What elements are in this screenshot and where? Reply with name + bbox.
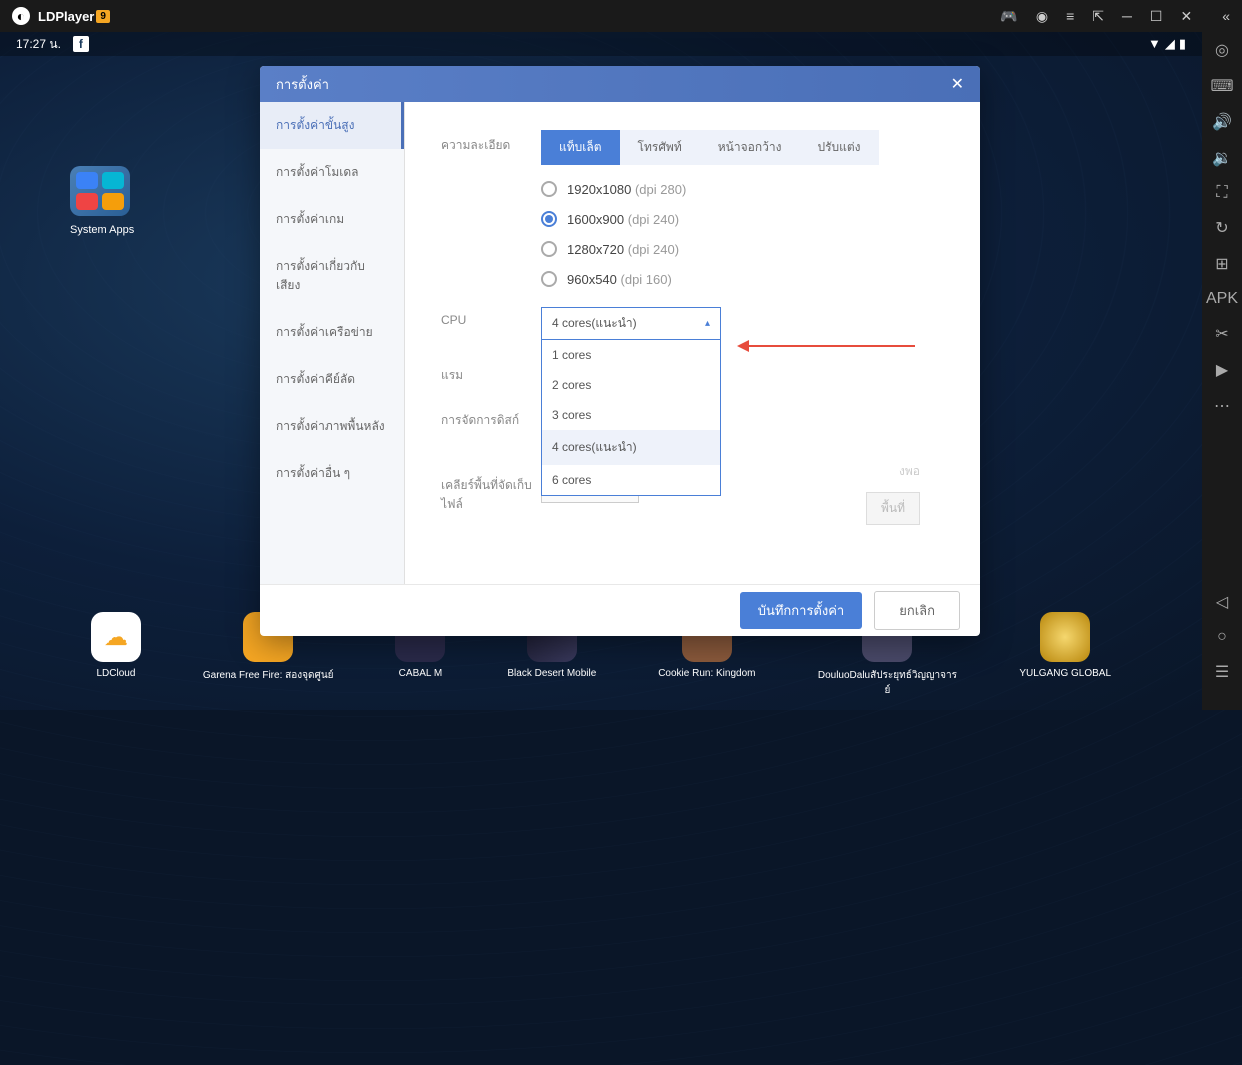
sidebar-item-audio[interactable]: การตั้งค่าเกี่ยวกับเสียง: [260, 243, 404, 309]
tab-tablet[interactable]: แท็บเล็ต: [541, 130, 620, 165]
add-icon[interactable]: ⊞: [1215, 254, 1228, 274]
sidebar-item-shortcut[interactable]: การตั้งค่าคีย์ลัด: [260, 356, 404, 403]
ghost-text: งพอ: [899, 462, 920, 481]
cpu-option[interactable]: 4 cores(แนะนำ): [542, 430, 720, 465]
system-apps-folder[interactable]: [70, 166, 130, 216]
signal-icon: ◢: [1165, 36, 1175, 52]
minimize-icon[interactable]: ─: [1122, 8, 1132, 24]
disk-label: การจัดการดิสก์: [441, 405, 541, 430]
cpu-option[interactable]: 6 cores: [542, 465, 720, 495]
fullscreen-icon[interactable]: ⛶: [1216, 184, 1227, 202]
refresh-icon[interactable]: ↻: [1215, 218, 1228, 238]
wifi-icon: ▼: [1148, 36, 1161, 52]
ghost-button: พื้นที่: [866, 492, 920, 525]
settings-content: ความละเอียด แท็บเล็ต โทรศัพท์ หน้าจอกว้า…: [405, 102, 980, 584]
app-name: LDPlayer: [38, 9, 94, 24]
resolution-tabs: แท็บเล็ต โทรศัพท์ หน้าจอกว้าง ปรับแต่ง: [541, 130, 944, 165]
resolution-label: ความละเอียด: [441, 130, 541, 155]
collapse-icon[interactable]: «: [1222, 8, 1230, 24]
cancel-button[interactable]: ยกเลิก: [874, 591, 960, 630]
resolution-option[interactable]: 1600x900 (dpi 240): [541, 211, 944, 227]
facebook-icon: f: [73, 36, 89, 52]
resolution-option[interactable]: 1920x1080 (dpi 280): [541, 181, 944, 197]
close-window-icon[interactable]: ✕: [1180, 8, 1192, 25]
sidebar-item-game[interactable]: การตั้งค่าเกม: [260, 196, 404, 243]
menu-icon[interactable]: ≡: [1066, 8, 1074, 24]
user-icon[interactable]: ◉: [1036, 8, 1048, 25]
battery-icon: ▮: [1179, 36, 1186, 52]
save-button[interactable]: บันทึกการตั้งค่า: [740, 592, 863, 629]
android-status-bar: 17:27 น. f ▼ ◢ ▮: [0, 32, 1202, 56]
cpu-dropdown-menu: 1 cores 2 cores 3 cores 4 cores(แนะนำ) 6…: [541, 340, 721, 496]
sidebar-item-model[interactable]: การตั้งค่าโมเดล: [260, 149, 404, 196]
sidebar-item-network[interactable]: การตั้งค่าเครือข่าย: [260, 309, 404, 356]
resolution-option[interactable]: 960x540 (dpi 160): [541, 271, 944, 287]
sidebar-item-advanced[interactable]: การตั้งค่าขั้นสูง: [260, 102, 404, 149]
compass-icon[interactable]: ◎: [1215, 40, 1229, 60]
keyboard-icon[interactable]: ⌨: [1210, 76, 1233, 96]
ram-label: แรม: [441, 360, 541, 385]
folder-label: System Apps: [70, 224, 134, 236]
modal-header: การตั้งค่า ✕: [260, 66, 980, 102]
close-icon[interactable]: ✕: [951, 74, 964, 94]
arrow-annotation: [745, 345, 915, 347]
volume-down-icon[interactable]: 🔉: [1212, 148, 1232, 168]
sidebar-item-other[interactable]: การตั้งค่าอื่น ๆ: [260, 450, 404, 497]
recent-nav-icon[interactable]: ☰: [1215, 662, 1229, 682]
settings-sidebar: การตั้งค่าขั้นสูง การตั้งค่าโมเดล การตั้…: [260, 102, 405, 584]
chevron-up-icon: ▴: [705, 318, 710, 329]
clear-cache-label: เคลียร์พื้นที่จัดเก็บไฟล์: [441, 470, 541, 514]
dock-item[interactable]: LDCloud: [91, 612, 141, 698]
apk-icon[interactable]: APK: [1206, 290, 1238, 308]
more-icon[interactable]: ⋯: [1214, 396, 1230, 416]
cut-icon[interactable]: ✂: [1215, 324, 1228, 344]
gamepad-icon[interactable]: 🎮: [1000, 8, 1017, 25]
tab-wide[interactable]: หน้าจอกว้าง: [700, 130, 800, 165]
cpu-dropdown[interactable]: 4 cores(แนะนำ) ▴ 1 cores 2 cores 3 cores…: [541, 307, 721, 340]
cpu-option[interactable]: 3 cores: [542, 400, 720, 430]
cpu-option[interactable]: 2 cores: [542, 370, 720, 400]
back-nav-icon[interactable]: ◁: [1216, 592, 1228, 612]
cpu-option[interactable]: 1 cores: [542, 340, 720, 370]
dock-item[interactable]: YULGANG GLOBAL: [1019, 612, 1111, 698]
version-badge: 9: [96, 10, 110, 23]
status-time: 17:27 น.: [16, 35, 61, 54]
app-logo-icon: [12, 7, 30, 25]
modal-title: การตั้งค่า: [276, 74, 329, 95]
right-toolbar: ◎ ⌨ 🔊 🔉 ⛶ ↻ ⊞ APK ✂ ▶ ⋯ ◁ ○ ☰: [1202, 32, 1242, 710]
maximize-icon[interactable]: ☐: [1150, 8, 1163, 25]
volume-up-icon[interactable]: 🔊: [1212, 112, 1232, 132]
app-titlebar: LDPlayer 9 🎮 ◉ ≡ ⇱ ─ ☐ ✕ «: [0, 0, 1242, 32]
tab-custom[interactable]: ปรับแต่ง: [799, 130, 878, 165]
cpu-dropdown-trigger[interactable]: 4 cores(แนะนำ) ▴: [541, 307, 721, 340]
home-nav-icon[interactable]: ○: [1217, 628, 1227, 646]
resolution-option[interactable]: 1280x720 (dpi 240): [541, 241, 944, 257]
video-icon[interactable]: ▶: [1216, 360, 1228, 380]
tab-phone[interactable]: โทรศัพท์: [620, 130, 700, 165]
link-icon[interactable]: ⇱: [1092, 8, 1104, 25]
cpu-label: CPU: [441, 307, 541, 327]
settings-modal: การตั้งค่า ✕ การตั้งค่าขั้นสูง การตั้งค่…: [260, 66, 980, 636]
sidebar-item-wallpaper[interactable]: การตั้งค่าภาพพื้นหลัง: [260, 403, 404, 450]
modal-footer: บันทึกการตั้งค่า ยกเลิก: [260, 584, 980, 636]
